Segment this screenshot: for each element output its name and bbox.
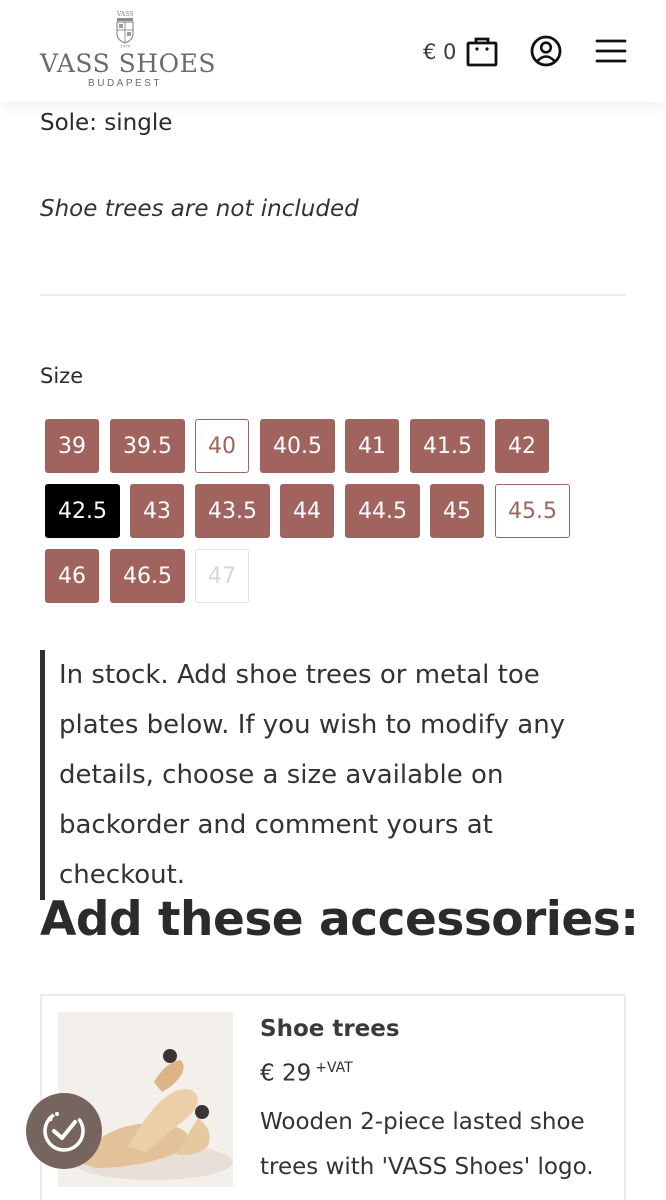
- accessories-heading: Add these accessories:: [40, 892, 639, 947]
- size-option[interactable]: 39: [45, 419, 99, 473]
- size-option: 47: [195, 549, 249, 603]
- vat-label: +VAT: [315, 1060, 353, 1076]
- size-option[interactable]: 45: [430, 484, 484, 538]
- size-option[interactable]: 44: [280, 484, 334, 538]
- price-value: € 29: [260, 1060, 312, 1087]
- site-header: VASS 1978 VASS SHOES BUDAPEST € 0: [0, 0, 666, 102]
- accessory-name[interactable]: Shoe trees: [260, 1016, 400, 1042]
- size-option[interactable]: 45.5: [495, 484, 570, 538]
- accessory-card[interactable]: Shoe trees € 29 +VAT Wooden 2-piece laste…: [40, 994, 626, 1200]
- size-option[interactable]: 41.5: [410, 419, 485, 473]
- crest-icon: VASS 1978: [116, 11, 134, 49]
- size-option[interactable]: 43: [130, 484, 184, 538]
- sole-spec: Sole: single: [40, 110, 173, 136]
- size-option[interactable]: 46: [45, 549, 99, 603]
- accessory-price: € 29 +VAT: [260, 1060, 353, 1087]
- accessory-description: Wooden 2-piece lasted shoe trees with 'V…: [260, 1109, 594, 1180]
- svg-text:1978: 1978: [120, 44, 131, 49]
- size-option[interactable]: 43.5: [195, 484, 270, 538]
- shopping-bag-icon[interactable]: [465, 34, 499, 68]
- brand-city: BUDAPEST: [88, 78, 162, 89]
- stock-status-note: In stock. Add shoe trees or metal toe pl…: [40, 650, 626, 900]
- svg-text:VASS: VASS: [116, 11, 133, 18]
- badge-check-icon: [43, 1110, 85, 1152]
- size-option[interactable]: 46.5: [110, 549, 185, 603]
- account-icon[interactable]: [529, 34, 563, 68]
- cart-total[interactable]: € 0: [423, 40, 456, 64]
- brand-name: VASS SHOES: [40, 49, 216, 78]
- size-option[interactable]: 44.5: [345, 484, 420, 538]
- size-option[interactable]: 41: [345, 419, 399, 473]
- size-option[interactable]: 42: [495, 419, 549, 473]
- size-label: Size: [40, 364, 84, 388]
- size-option[interactable]: 42.5: [45, 484, 120, 538]
- shoe-trees-note: Shoe trees are not included: [40, 196, 359, 222]
- size-option[interactable]: 40.5: [260, 419, 335, 473]
- brand-logo[interactable]: VASS 1978 VASS SHOES BUDAPEST: [40, 10, 216, 94]
- hamburger-menu-icon[interactable]: [594, 34, 628, 68]
- divider: [40, 294, 626, 296]
- size-option[interactable]: 39.5: [110, 419, 185, 473]
- page: VASS 1978 VASS SHOES BUDAPEST € 0 Sole: …: [0, 0, 666, 1200]
- loyalty-badge-button[interactable]: [26, 1093, 102, 1169]
- size-option[interactable]: 40: [195, 419, 249, 473]
